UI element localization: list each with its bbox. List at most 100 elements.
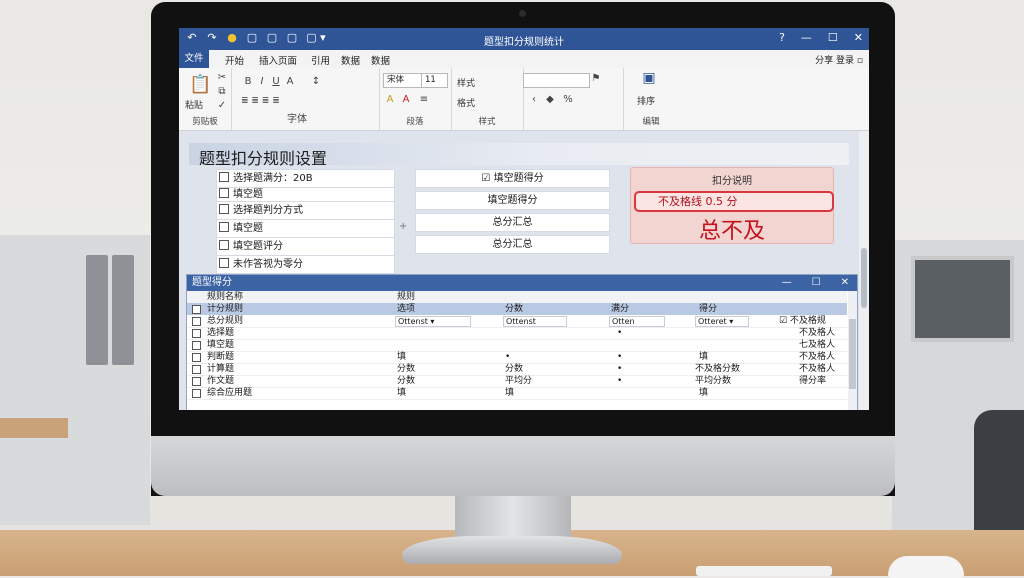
dropdown[interactable]: Otteret ▾ (695, 316, 749, 327)
dropdown[interactable]: Otten (609, 316, 665, 327)
tab-insert[interactable]: 插入页面 (253, 52, 303, 68)
close-icon[interactable]: ✕ (854, 31, 863, 44)
fail-threshold-field[interactable]: 不及格线 0.5 分 (634, 191, 834, 212)
add-icon[interactable]: + (399, 221, 407, 232)
checkbox[interactable] (219, 188, 229, 198)
ribbon-group-styles: 样式 格式 样式 (451, 68, 524, 130)
ribbon-group-clipboard: 📋 粘贴 ✂ ⧉ ✓ 剪贴板 (179, 68, 232, 130)
cut-icon[interactable]: ✂ (215, 72, 229, 84)
number-format-combo[interactable] (523, 73, 590, 88)
option-fill-blank[interactable]: 填空题 (216, 187, 395, 202)
sort-filter-icon[interactable]: ▣ (639, 71, 659, 90)
checkbox[interactable] (192, 317, 201, 326)
checkbox[interactable] (192, 353, 201, 362)
paste-icon[interactable]: 📋 (189, 74, 211, 96)
sort-icon[interactable]: ↕ (309, 76, 323, 88)
ribbon-group-editing: ▣ 排序 编辑 (623, 68, 679, 130)
panel-scrollbar[interactable] (859, 131, 869, 410)
table-scrollbar[interactable] (848, 291, 857, 410)
tab-home[interactable]: 开始 (219, 52, 250, 68)
tab-data[interactable]: 数据 (335, 52, 366, 68)
bold-icon[interactable]: B (241, 76, 255, 88)
column-header[interactable]: 规则 (397, 291, 415, 303)
text-color-icon[interactable]: A (399, 94, 413, 106)
total-summary-field-2[interactable]: 总分汇总 (415, 235, 610, 254)
background-chair (974, 410, 1024, 530)
dropdown[interactable]: Ottenst (503, 316, 567, 327)
copy-icon[interactable]: ⧉ (215, 86, 229, 98)
share-login[interactable]: 分享 登录 ▫ (815, 53, 863, 66)
checkbox[interactable] (219, 204, 229, 214)
monitor-chin (151, 436, 895, 496)
checkbox[interactable] (192, 365, 201, 374)
conditional-format-icon[interactable]: ⚑ (589, 73, 603, 85)
total-summary-field[interactable]: 总分汇总 (415, 213, 610, 232)
window-controls: ? — ☐ ✕ (779, 31, 863, 44)
font-color-icon[interactable]: A (283, 76, 297, 88)
background-desk (0, 418, 68, 438)
alert-status-text: 总不及 (698, 219, 765, 244)
minimize-icon[interactable]: — (782, 275, 792, 291)
currency-icon[interactable]: ‹ (527, 94, 541, 106)
indent-icon[interactable]: ≡ (417, 94, 431, 106)
scrollbar-thumb[interactable] (861, 248, 867, 308)
italic-icon[interactable]: I (255, 76, 269, 88)
page-title: 题型扣分规则设置 (199, 149, 328, 168)
decimal-icon[interactable]: % (561, 94, 575, 106)
fill-blank-score-header[interactable]: ☑ 填空题得分 (415, 169, 610, 188)
column-header[interactable]: 规则名称 (207, 291, 243, 303)
maximize-icon[interactable]: ☐ (828, 31, 838, 44)
percent-icon[interactable]: ◆ (543, 94, 557, 106)
checkbox[interactable] (219, 222, 229, 232)
ribbon-group-label: 样式 (478, 117, 496, 127)
ribbon-group-label: 段落 (406, 117, 424, 127)
option-fill-blank-score[interactable]: 填空题评分 (216, 237, 395, 256)
checkbox[interactable] (219, 172, 229, 182)
scrollbar-thumb[interactable] (849, 319, 856, 389)
dropdown[interactable]: Ottenst ▾ (395, 316, 471, 327)
highlight-icon[interactable]: A (383, 94, 397, 106)
tab-data-2[interactable]: 数据 (365, 52, 396, 68)
checkbox[interactable] (192, 377, 201, 386)
keyboard (696, 566, 832, 576)
table-window-titlebar: 题型得分 — ☐ ✕ (187, 275, 857, 291)
table-window-title: 题型得分 (192, 277, 232, 288)
table-row-selected[interactable]: 计分规则 选项 分数 满分 得分 (187, 303, 847, 315)
tab-file[interactable]: 文件 (179, 50, 209, 68)
minimize-icon[interactable]: — (801, 31, 812, 44)
ribbon-tabs: 文件 开始 插入页面 引用 数据 数据 分享 登录 ▫ (179, 50, 869, 69)
format-painter-icon[interactable]: ✓ (215, 100, 229, 112)
checkbox[interactable] (192, 389, 201, 398)
table-window-controls: — ☐ ✕ (782, 275, 849, 291)
close-icon[interactable]: ✕ (841, 275, 849, 291)
underline-icon[interactable]: U (269, 76, 283, 88)
ribbon-group-label: 剪贴板 (192, 117, 218, 127)
option-unanswered-zero[interactable]: 未作答视为零分 (216, 255, 395, 274)
format-button[interactable]: 格式 (457, 96, 475, 109)
checkbox[interactable] (219, 258, 229, 268)
mouse (888, 556, 964, 578)
help-icon[interactable]: ? (779, 31, 785, 44)
deduction-alert-panel: 扣分说明 不及格线 0.5 分 总不及 (630, 167, 834, 244)
background-binder (112, 255, 134, 365)
option-multiple-choice-score[interactable]: 选择题满分：20B (216, 169, 395, 188)
font-name-combo[interactable]: 宋体 (383, 73, 422, 88)
checkbox[interactable] (192, 329, 201, 338)
paste-button[interactable]: 粘贴 (185, 98, 203, 111)
option-fill-blank-2[interactable]: 填空题 (216, 219, 395, 238)
styles-button[interactable]: 样式 (457, 76, 475, 89)
fill-blank-score-field[interactable]: 填空题得分 (415, 191, 610, 210)
option-multiple-choice-method[interactable]: 选择题判分方式 (216, 201, 395, 220)
checkbox[interactable] (192, 305, 201, 314)
font-size-combo[interactable]: 11 (421, 73, 448, 88)
monitor-stand (455, 490, 571, 540)
checkbox[interactable] (219, 240, 229, 250)
maximize-icon[interactable]: ☐ (812, 275, 821, 291)
sort-button[interactable]: 排序 (637, 94, 655, 107)
align-buttons[interactable]: ≣ ≣ ≣ ≣ (241, 96, 280, 106)
table-row[interactable]: 综合应用题 填 填 填 (187, 387, 847, 400)
background-binder (86, 255, 108, 365)
screen: ↶ ↷ ● ▢ ▢ ▢ ▢ ▾ 题型扣分规则统计 ? — ☐ ✕ 文件 开始 插… (179, 28, 869, 410)
tab-references[interactable]: 引用 (305, 52, 336, 68)
checkbox[interactable] (192, 341, 201, 350)
